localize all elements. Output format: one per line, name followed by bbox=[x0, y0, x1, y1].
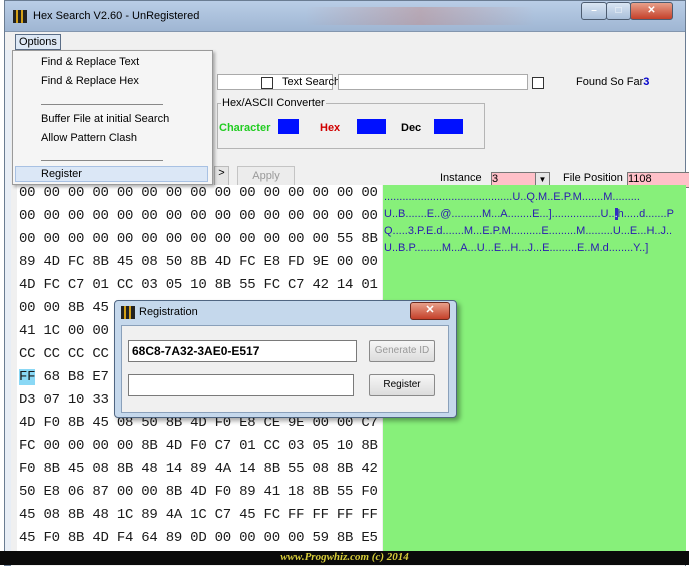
hex-line: CC CC CC CC bbox=[19, 346, 109, 362]
minimize-icon: – bbox=[591, 5, 597, 16]
hex-line: 4D FC C7 01 CC 03 05 10 8B 55 FC C7 42 1… bbox=[19, 277, 403, 293]
ascii-line: ........................................… bbox=[384, 191, 640, 203]
title-bar-blur bbox=[305, 7, 535, 25]
hex-selected-byte[interactable]: FF bbox=[19, 369, 36, 385]
maximize-button[interactable]: □ bbox=[606, 2, 631, 20]
menu-item-find-replace-hex[interactable]: Find & Replace Hex bbox=[41, 75, 139, 87]
hex-line: 50 E8 06 87 00 00 8B 4D F0 89 41 18 8B 5… bbox=[19, 484, 403, 500]
app-icon bbox=[121, 306, 135, 319]
close-icon: ✕ bbox=[647, 5, 656, 16]
menu-separator bbox=[41, 104, 163, 105]
registration-dialog: Registration ✕ 68C8-7A32-3AE0-E517 Gener… bbox=[114, 300, 457, 418]
menu-options[interactable]: Options bbox=[15, 34, 61, 50]
ascii-line: U..B.......E..@..........M...A........E.… bbox=[384, 208, 674, 220]
hex-line: F0 8B 45 08 8B 48 14 89 4A 14 8B 55 08 8… bbox=[19, 461, 403, 477]
generate-id-button[interactable]: Generate ID bbox=[369, 340, 435, 362]
found-so-far: Found So Far3 bbox=[576, 76, 649, 88]
converter-group-label: Hex/ASCII Converter bbox=[221, 97, 326, 109]
next-button[interactable]: > bbox=[214, 166, 229, 186]
menu-separator bbox=[41, 160, 163, 161]
hex-line: 00 00 00 00 00 00 00 00 00 00 00 00 00 0… bbox=[19, 208, 403, 224]
dec-field[interactable] bbox=[434, 119, 463, 134]
menu-item-register[interactable]: Register bbox=[41, 168, 82, 180]
ascii-line-tail: h.....d.......P bbox=[617, 208, 674, 220]
maximize-icon: □ bbox=[615, 5, 622, 16]
registration-id-field[interactable]: 68C8-7A32-3AE0-E517 bbox=[128, 340, 357, 362]
text-search-input[interactable] bbox=[338, 74, 528, 90]
registration-key-field[interactable] bbox=[128, 374, 354, 396]
footer-credit: www.Progwhiz.com (c) 2014 bbox=[0, 551, 689, 565]
app-icon bbox=[13, 10, 27, 23]
hex-line: 41 1C 00 00 bbox=[19, 323, 109, 339]
text-search-label: Text Search bbox=[282, 76, 341, 88]
hex-line: 00 00 8B 45 bbox=[19, 300, 109, 316]
hex-line: 45 08 8B 48 1C 89 4A 1C C7 45 FC FF FF F… bbox=[19, 507, 403, 523]
menu-item-allow-pattern-clash[interactable]: Allow Pattern Clash bbox=[41, 132, 137, 144]
hex-line: 00 00 00 00 00 00 00 00 00 00 00 00 00 5… bbox=[19, 231, 427, 247]
hex-field[interactable] bbox=[357, 119, 386, 134]
dec-label: Dec bbox=[401, 122, 422, 134]
window-title: Hex Search V2.60 - UnRegistered bbox=[33, 10, 200, 22]
hex-line-rest: 68 B8 E7 bbox=[43, 369, 109, 385]
ascii-line: Q.....3.P.E.d.......M...E.P.M..........E… bbox=[384, 225, 673, 237]
found-so-far-checkbox[interactable] bbox=[532, 77, 544, 89]
register-button[interactable]: Register bbox=[369, 374, 435, 396]
hex-line: 00 00 00 00 00 00 00 00 00 00 00 00 00 0… bbox=[19, 185, 403, 201]
close-button[interactable]: ✕ bbox=[630, 2, 673, 20]
hex-line: 89 4D FC 8B 45 08 50 8B 4D FC E8 FD 9E 0… bbox=[19, 254, 403, 270]
ascii-line-text: U..B.......E..@..........M...A........E.… bbox=[384, 208, 615, 220]
apply-button[interactable]: Apply bbox=[237, 166, 295, 187]
found-so-far-value: 3 bbox=[643, 76, 650, 88]
file-position-label: File Position bbox=[563, 172, 623, 184]
hex-line: FF 68 B8 E7 bbox=[19, 369, 109, 385]
hex-line: FC 00 00 00 00 8B 4D F0 C7 01 CC 03 05 1… bbox=[19, 438, 403, 454]
options-dropdown: Find & Replace Text Find & Replace Hex B… bbox=[12, 50, 213, 185]
title-bar[interactable]: Hex Search V2.60 - UnRegistered – □ ✕ bbox=[5, 1, 685, 32]
menu-item-find-replace-text[interactable]: Find & Replace Text bbox=[41, 56, 139, 68]
instance-label: Instance bbox=[440, 172, 482, 184]
minimize-button[interactable]: – bbox=[581, 2, 607, 20]
hex-label: Hex bbox=[320, 122, 341, 134]
hex-line: D3 07 10 33 bbox=[19, 392, 109, 408]
menu-bar: Options bbox=[5, 32, 685, 50]
character-field[interactable] bbox=[278, 119, 299, 134]
text-search-checkbox[interactable] bbox=[261, 77, 273, 89]
hex-line: 45 F0 8B 4D F4 64 89 0D 00 00 00 00 59 8… bbox=[19, 530, 403, 546]
dialog-title: Registration bbox=[139, 306, 198, 318]
character-label: Character bbox=[219, 122, 271, 134]
ascii-line: U..B.P.........M...A...U...E...H...J...E… bbox=[384, 242, 649, 254]
found-so-far-label: Found So Far bbox=[576, 76, 644, 88]
dialog-close-button[interactable]: ✕ bbox=[410, 302, 450, 320]
close-icon: ✕ bbox=[425, 304, 435, 316]
dialog-body: 68C8-7A32-3AE0-E517 Generate ID Register bbox=[121, 325, 449, 413]
menu-item-buffer-file[interactable]: Buffer File at initial Search bbox=[41, 113, 169, 125]
